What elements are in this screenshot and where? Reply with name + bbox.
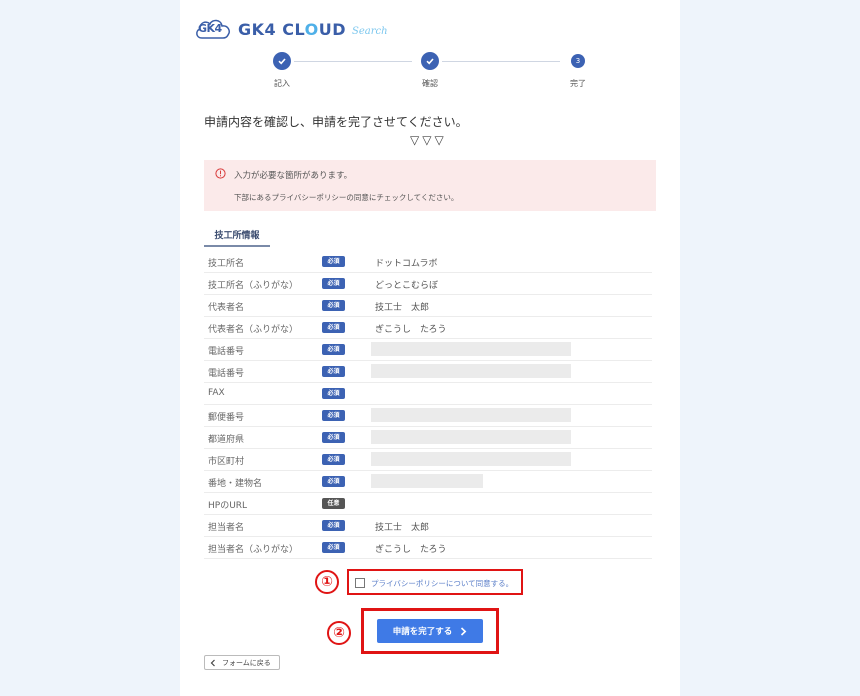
row-label: 担当者名: [208, 523, 245, 533]
table-row: FAX 必須: [204, 383, 652, 405]
brand-sub: Search: [352, 25, 388, 37]
row-label: 都道府県: [208, 435, 245, 445]
step-entry: 記入: [260, 52, 304, 89]
back-to-form-button[interactable]: フォームに戻る: [204, 655, 280, 670]
alert-title: 入力が必要な箇所があります。: [234, 171, 353, 181]
table-row: 代表者名 必須 技工士 太郎: [204, 295, 652, 317]
brand-name: GK4 CLOUD: [238, 20, 346, 39]
step-label: 完了: [570, 79, 586, 88]
required-badge: 必須: [322, 432, 345, 443]
step-connector: [442, 61, 560, 62]
optional-badge: 任意: [322, 498, 345, 509]
required-badge: 必須: [322, 256, 345, 267]
table-row: 電話番号 必須: [204, 339, 652, 361]
table-row: 技工所名 必須 ドットコムラボ: [204, 251, 652, 273]
privacy-consent-label[interactable]: プライバシーポリシーについて同意する。: [371, 578, 513, 589]
table-row: 市区町村 必須: [204, 449, 652, 471]
table-row: 電話番号 必須: [204, 361, 652, 383]
required-badge: 必須: [322, 542, 345, 553]
complete-application-button[interactable]: 申請を完了する: [377, 619, 483, 643]
required-badge: 必須: [322, 476, 345, 487]
row-label: 技工所名: [208, 259, 245, 269]
step-number-text: 3: [575, 57, 581, 65]
required-badge: 必須: [322, 366, 345, 377]
step-connector: [294, 61, 412, 62]
page-instruction: 申請内容を確認し、申請を完了させてください。: [204, 115, 468, 129]
row-label: 担当者名（ふりがな）: [208, 545, 299, 555]
row-label: FAX: [208, 388, 225, 398]
row-label: 代表者名: [208, 303, 245, 313]
chevron-left-icon: [210, 659, 215, 666]
required-badge: 必須: [322, 454, 345, 465]
table-row: 技工所名（ふりがな） 必須 どっとこむらぼ: [204, 273, 652, 295]
check-icon: [421, 52, 439, 70]
step-number: 3: [571, 54, 585, 68]
row-label: 代表者名（ふりがな）: [208, 325, 299, 335]
row-value: 技工士 太郎: [375, 523, 430, 533]
alert-detail: 下部にあるプライバシーポリシーの同意にチェックしてください。: [234, 193, 459, 202]
chevron-right-icon: [461, 626, 467, 636]
confirmation-table: 技工所名 必須 ドットコムラボ 技工所名（ふりがな） 必須 どっとこむらぼ 代表…: [204, 251, 652, 559]
down-arrows: ▽▽▽: [410, 133, 447, 147]
row-label: 電話番号: [208, 347, 245, 357]
masked-value: [371, 364, 571, 378]
table-row: 担当者名 必須 技工士 太郎: [204, 515, 652, 537]
required-badge: 必須: [322, 300, 345, 311]
section-title: 技工所情報: [204, 228, 270, 247]
row-label: 技工所名（ふりがな）: [208, 281, 299, 291]
cloud-logo-icon: GK4: [194, 16, 234, 42]
table-row: 郵便番号 必須: [204, 405, 652, 427]
row-label: 市区町村: [208, 457, 245, 467]
step-label: 確認: [422, 79, 438, 88]
table-row: 番地・建物名 必須: [204, 471, 652, 493]
submit-highlight: 申請を完了する: [361, 608, 499, 654]
masked-value: [371, 452, 571, 466]
masked-value: [371, 430, 571, 444]
brand-badge-text: GK4: [198, 22, 222, 35]
back-label: フォームに戻る: [222, 658, 271, 667]
row-label: HPのURL: [208, 501, 248, 511]
brand-name-part1: GK4 CL: [238, 19, 305, 39]
annotation-one: ①: [315, 570, 339, 594]
table-row: HPのURL 任意: [204, 493, 652, 515]
table-row: 担当者名（ふりがな） 必須 ぎこうし たろう: [204, 537, 652, 559]
alert-icon: [215, 168, 226, 179]
row-value: どっとこむらぼ: [375, 281, 439, 291]
brand-name-part2: UD: [318, 19, 346, 39]
privacy-consent-checkbox[interactable]: [355, 578, 365, 588]
brand-name-o: O: [304, 19, 319, 39]
required-badge: 必須: [322, 344, 345, 355]
privacy-consent[interactable]: プライバシーポリシーについて同意する。: [347, 569, 523, 595]
row-label: 郵便番号: [208, 413, 245, 423]
required-badge: 必須: [322, 520, 345, 531]
masked-value: [371, 342, 571, 356]
required-badge: 必須: [322, 322, 345, 333]
row-value: ドットコムラボ: [375, 259, 438, 269]
progress-steps: 記入 確認 3 完了: [260, 52, 600, 92]
required-badge: 必須: [322, 278, 345, 289]
brand-logo: GK4 GK4 CLOUD Search: [194, 14, 388, 44]
submit-label: 申請を完了する: [392, 627, 453, 637]
row-label: 電話番号: [208, 369, 245, 379]
step-complete: 3 完了: [556, 52, 600, 89]
check-icon: [273, 52, 291, 70]
error-alert: 入力が必要な箇所があります。 下部にあるプライバシーポリシーの同意にチェックして…: [204, 160, 656, 211]
row-value: ぎこうし たろう: [375, 325, 447, 335]
masked-value: [371, 408, 571, 422]
table-row: 代表者名（ふりがな） 必須 ぎこうし たろう: [204, 317, 652, 339]
table-row: 都道府県 必須: [204, 427, 652, 449]
annotation-two: ②: [327, 621, 351, 645]
masked-value: [371, 474, 483, 488]
row-value: ぎこうし たろう: [375, 545, 447, 555]
required-badge: 必須: [322, 388, 345, 399]
row-value: 技工士 太郎: [375, 303, 430, 313]
step-confirm: 確認: [408, 52, 452, 89]
step-label: 記入: [274, 79, 290, 88]
required-badge: 必須: [322, 410, 345, 421]
row-label: 番地・建物名: [208, 479, 263, 489]
